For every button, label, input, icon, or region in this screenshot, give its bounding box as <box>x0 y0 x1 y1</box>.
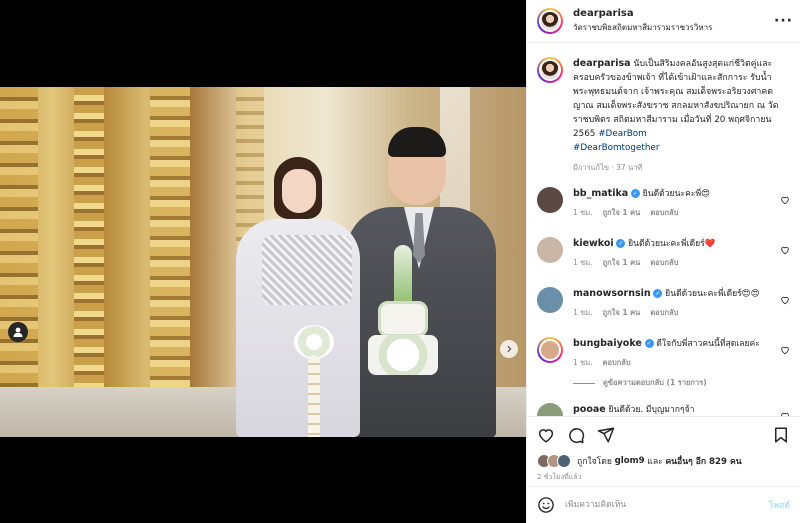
comment-input[interactable] <box>565 500 759 510</box>
likes-prefix: ถูกใจโดย <box>577 457 612 467</box>
avatar[interactable] <box>537 403 563 416</box>
like-heart-icon[interactable] <box>537 426 555 444</box>
flower-garland <box>290 325 338 437</box>
comments-list[interactable]: dearparisa นับเป็นสิริมงคลอันสูงสุดแก่ชี… <box>527 43 800 416</box>
post-sidebar: dearparisa วัดราชบพิธสถิตมหาสีมารามราชวร… <box>526 0 800 523</box>
comment-time: 1 ชม. <box>573 258 593 267</box>
hashtag-link[interactable]: #DearBomtogether <box>573 143 659 153</box>
view-replies-button[interactable]: ดูข้อความตอบกลับ (1 รายการ) <box>573 377 790 389</box>
avatar[interactable] <box>537 237 563 263</box>
location-link[interactable]: วัดราชบพิธสถิตมหาสีมารามราชวรวิหาร <box>573 21 774 34</box>
reply-button[interactable]: ตอบกลับ <box>650 256 678 269</box>
comment-time: 1 ชม. <box>573 308 593 317</box>
reply-button[interactable]: ตอบกลับ <box>650 206 678 219</box>
verified-badge-icon: ✓ <box>653 289 663 298</box>
chevron-right-icon <box>507 345 512 353</box>
comment-icon[interactable] <box>567 426 585 444</box>
media-pane <box>0 0 526 523</box>
comment-text: ยินดีด้วยนะคะพี่เดียร์❤️ <box>628 239 716 249</box>
more-options-icon[interactable]: ··· <box>774 13 792 29</box>
post-photo[interactable] <box>0 87 526 437</box>
liker-username[interactable]: glom9 <box>615 456 645 466</box>
heart-icon[interactable] <box>780 195 790 205</box>
post-header: dearparisa วัดราชบพิธสถิตมหาสีมารามราชวร… <box>527 0 800 43</box>
heart-icon[interactable] <box>780 295 790 305</box>
temple-pillar <box>150 87 190 437</box>
verified-badge-icon: ✓ <box>644 339 654 348</box>
view-replies-label: ดูข้อความตอบกลับ (1 รายการ) <box>603 378 707 387</box>
comment-item: bungbaiyoke ✓ ดีใจกับพี่สาวคนนี้ที่สุดเล… <box>537 337 790 369</box>
reply-button[interactable]: ตอบกลับ <box>650 306 678 319</box>
comment-text: ยินดีด้วยนะคะพี่😍 <box>642 189 711 199</box>
comment-time: 1 ชม. <box>573 208 593 217</box>
verified-badge-icon: ✓ <box>630 189 640 198</box>
comment-likes[interactable]: ถูกใจ 1 คน <box>603 256 641 269</box>
emoji-icon[interactable] <box>537 496 555 514</box>
avatar[interactable] <box>537 57 563 83</box>
next-slide-button[interactable] <box>500 340 518 358</box>
share-icon[interactable] <box>597 426 615 444</box>
post-timestamp: 2 ชั่วโมงที่แล้ว <box>537 473 582 481</box>
caption-username[interactable]: dearparisa <box>573 58 631 69</box>
avatar[interactable] <box>537 8 563 34</box>
add-comment-bar: โพสต์ <box>527 486 800 523</box>
likes-others[interactable]: คนอื่นๆ อีก 829 คน <box>665 454 741 468</box>
heart-icon[interactable] <box>780 345 790 355</box>
likes-mid: และ <box>647 457 663 467</box>
comment-likes[interactable]: ถูกใจ 1 คน <box>603 306 641 319</box>
comment-time: 1 ชม. <box>573 358 593 367</box>
temple-pillar <box>0 87 38 437</box>
comment-text: ยินดีด้วย. มีบุญมากๆจ้า <box>608 405 695 415</box>
caption: dearparisa นับเป็นสิริมงคลอันสูงสุดแก่ชี… <box>537 57 790 175</box>
comment-item: kiewkoi ✓ ยินดีด้วยนะคะพี่เดียร์❤️ 1 ชม.… <box>537 237 790 269</box>
comment-item: manowsornsin ✓ ยินดีด้วยนะคะพี่เดียร์😍😍 … <box>537 287 790 319</box>
hashtag-link[interactable]: #DearBom <box>598 129 647 139</box>
caption-meta: มีการแก้ไข · 37 นาที <box>573 163 643 172</box>
heart-icon[interactable] <box>780 245 790 255</box>
likes-summary[interactable]: ถูกใจโดย glom9 และ คนอื่นๆ อีก 829 คน <box>527 452 800 470</box>
comment-text: ดีใจกับพี่สาวคนนี้ที่สุดเลยค่ะ <box>656 339 760 349</box>
comment-likes[interactable]: ถูกใจ 1 คน <box>603 206 641 219</box>
action-bar <box>527 416 800 452</box>
comment-item: pooae ยินดีด้วย. มีบุญมากๆจ้า <box>537 403 790 416</box>
avatar[interactable] <box>537 287 563 313</box>
comment-item: bb_matika ✓ ยินดีด้วยนะคะพี่😍 1 ชม. ถูกใ… <box>537 187 790 219</box>
bookmark-icon[interactable] <box>772 426 790 444</box>
comment-username[interactable]: bungbaiyoke <box>573 338 642 349</box>
liker-avatars <box>537 454 571 468</box>
flower-offering <box>368 245 438 395</box>
author-username[interactable]: dearparisa <box>573 8 774 19</box>
caption-text: นับเป็นสิริมงคลอันสูงสุดแก่ชีวิตคู่และคร… <box>573 59 779 139</box>
comment-username[interactable]: kiewkoi <box>573 238 614 249</box>
avatar[interactable] <box>537 187 563 213</box>
post-comment-button[interactable]: โพสต์ <box>769 498 790 512</box>
reply-button[interactable]: ตอบกลับ <box>603 356 631 369</box>
user-tag-icon[interactable] <box>8 322 28 342</box>
comment-username[interactable]: bb_matika <box>573 188 628 199</box>
verified-badge-icon: ✓ <box>616 239 626 248</box>
post-dialog: dearparisa วัดราชบพิธสถิตมหาสีมารามราชวร… <box>0 0 800 523</box>
comment-text: ยินดีด้วยนะคะพี่เดียร์😍😍 <box>665 289 760 299</box>
comment-username[interactable]: pooae <box>573 404 606 415</box>
avatar[interactable] <box>537 337 563 363</box>
temple-pillar <box>74 87 104 437</box>
comment-username[interactable]: manowsornsin <box>573 288 651 299</box>
